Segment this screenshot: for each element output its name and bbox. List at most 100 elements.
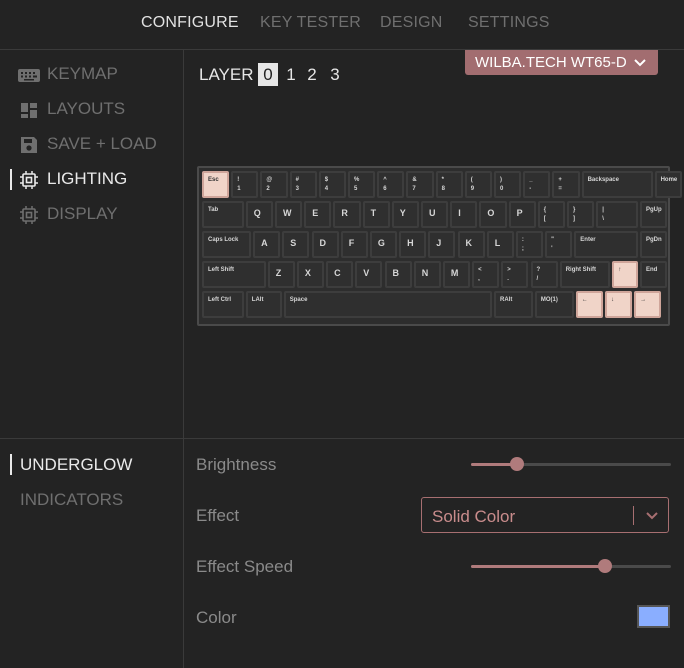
- key-|-\[interactable]: | \: [596, 201, 638, 228]
- key-pgup[interactable]: PgUp: [640, 201, 668, 228]
- key-#-3[interactable]: # 3: [289, 171, 317, 198]
- key-?-/[interactable]: ? /: [530, 261, 558, 288]
- key-a[interactable]: A: [253, 231, 281, 258]
- active-indicator: [10, 169, 12, 190]
- layer-1-button[interactable]: 1: [281, 63, 301, 86]
- key-space[interactable]: Space: [283, 291, 492, 318]
- key-s[interactable]: S: [282, 231, 310, 258]
- tab-configure[interactable]: CONFIGURE: [141, 14, 239, 32]
- key-o[interactable]: O: [479, 201, 507, 228]
- key-e[interactable]: E: [304, 201, 332, 228]
- slider-knob[interactable]: [598, 559, 612, 573]
- key-left-ctrl[interactable]: Left Ctrl: [202, 291, 244, 318]
- key-d[interactable]: D: [311, 231, 339, 258]
- key-↓[interactable]: ↓: [604, 291, 633, 318]
- key-ralt[interactable]: RAlt: [494, 291, 533, 318]
- key-mo(1)[interactable]: MO(1): [534, 291, 574, 318]
- key-t[interactable]: T: [362, 201, 390, 228]
- layer-0-button[interactable]: 0: [258, 63, 278, 86]
- key-h[interactable]: H: [399, 231, 427, 258]
- effect-select[interactable]: Solid Color: [421, 497, 669, 533]
- key-&-7[interactable]: & 7: [406, 171, 434, 198]
- key-p[interactable]: P: [508, 201, 536, 228]
- key-label: { [: [543, 207, 547, 222]
- key-$-4[interactable]: $ 4: [318, 171, 346, 198]
- key-→[interactable]: →: [634, 291, 662, 318]
- key-x[interactable]: X: [296, 261, 325, 288]
- key-f[interactable]: F: [340, 231, 368, 258]
- key-{-[[interactable]: { [: [537, 201, 565, 228]
- device-select-button[interactable]: WILBA.TECH WT65-D: [465, 50, 658, 75]
- key-w[interactable]: W: [275, 201, 303, 228]
- key-l[interactable]: L: [486, 231, 514, 258]
- key-n[interactable]: N: [413, 261, 441, 288]
- key-q[interactable]: Q: [245, 201, 273, 228]
- key->-.[interactable]: > .: [501, 261, 529, 288]
- key-label: Enter: [580, 237, 596, 243]
- key-u[interactable]: U: [421, 201, 449, 228]
- key-m[interactable]: M: [442, 261, 471, 288]
- color-swatch[interactable]: [637, 605, 670, 628]
- sidebar-item-lighting[interactable]: LIGHTING: [0, 166, 183, 194]
- key-"-'[interactable]: " ': [545, 231, 573, 258]
- key-)-0[interactable]: ) 0: [494, 171, 522, 198]
- key-label: Left Ctrl: [208, 297, 231, 303]
- key-caps-lock[interactable]: Caps Lock: [202, 231, 252, 258]
- key-esc[interactable]: Esc: [202, 171, 230, 198]
- key-end[interactable]: End: [640, 261, 668, 288]
- key-label: D: [319, 238, 327, 248]
- key-<-,[interactable]: < ,: [472, 261, 500, 288]
- key-home[interactable]: Home: [654, 171, 682, 198]
- key-@-2[interactable]: @ 2: [260, 171, 288, 198]
- key-:-;[interactable]: : ;: [515, 231, 544, 258]
- key-z[interactable]: Z: [267, 261, 295, 288]
- tab-key-tester[interactable]: KEY TESTER: [260, 14, 361, 32]
- lighting-section-nav: UNDERGLOW INDICATORS: [0, 439, 184, 668]
- key-↑[interactable]: ↑: [612, 261, 638, 288]
- key-}-][interactable]: } ]: [567, 201, 595, 228]
- key-%-5[interactable]: % 5: [348, 171, 376, 198]
- key-_--[interactable]: _ -: [523, 171, 551, 198]
- key-v[interactable]: V: [355, 261, 383, 288]
- key-(-9[interactable]: ( 9: [464, 171, 492, 198]
- key-lalt[interactable]: LAlt: [245, 291, 282, 318]
- key-j[interactable]: J: [428, 231, 456, 258]
- key-label: G: [377, 238, 385, 248]
- section-indicators[interactable]: INDICATORS: [20, 490, 123, 510]
- key-backspace[interactable]: Backspace: [581, 171, 653, 198]
- key-right-shift[interactable]: Right Shift: [559, 261, 611, 288]
- key-←[interactable]: ←: [575, 291, 603, 318]
- key-g[interactable]: G: [369, 231, 398, 258]
- sidebar-item-keymap[interactable]: KEYMAP: [0, 61, 183, 89]
- key-i[interactable]: I: [450, 201, 478, 228]
- key-b[interactable]: B: [384, 261, 412, 288]
- section-underglow[interactable]: UNDERGLOW: [20, 455, 132, 475]
- key-y[interactable]: Y: [391, 201, 419, 228]
- key-!-1[interactable]: ! 1: [231, 171, 259, 198]
- key-tab[interactable]: Tab: [202, 201, 244, 228]
- key-label: E: [312, 208, 319, 218]
- key-pgdn[interactable]: PgDn: [640, 231, 668, 258]
- key-k[interactable]: K: [457, 231, 485, 258]
- key-*-8[interactable]: * 8: [435, 171, 463, 198]
- select-separator: [633, 506, 634, 525]
- sidebar-item-layouts[interactable]: LAYOUTS: [0, 96, 183, 124]
- layer-3-button[interactable]: 3: [325, 63, 345, 86]
- key-enter[interactable]: Enter: [574, 231, 638, 258]
- key-left-shift[interactable]: Left Shift: [202, 261, 266, 288]
- key-+-=[interactable]: + =: [552, 171, 580, 198]
- key-r[interactable]: R: [333, 201, 361, 228]
- brightness-slider[interactable]: [471, 457, 671, 471]
- key-label: Left Shift: [208, 267, 234, 273]
- device-name: WILBA.TECH WT65-D: [475, 54, 627, 71]
- tab-settings[interactable]: SETTINGS: [468, 14, 550, 32]
- sidebar-item-save-load[interactable]: SAVE + LOAD: [0, 131, 183, 159]
- key-^-6[interactable]: ^ 6: [377, 171, 405, 198]
- sidebar-item-display[interactable]: DISPLAY: [0, 201, 183, 229]
- key-c[interactable]: C: [326, 261, 354, 288]
- effect-select-value: Solid Color: [432, 507, 516, 526]
- tab-design[interactable]: DESIGN: [380, 14, 443, 32]
- effect-speed-slider[interactable]: [471, 559, 671, 573]
- slider-knob[interactable]: [510, 457, 524, 471]
- layer-2-button[interactable]: 2: [302, 63, 322, 86]
